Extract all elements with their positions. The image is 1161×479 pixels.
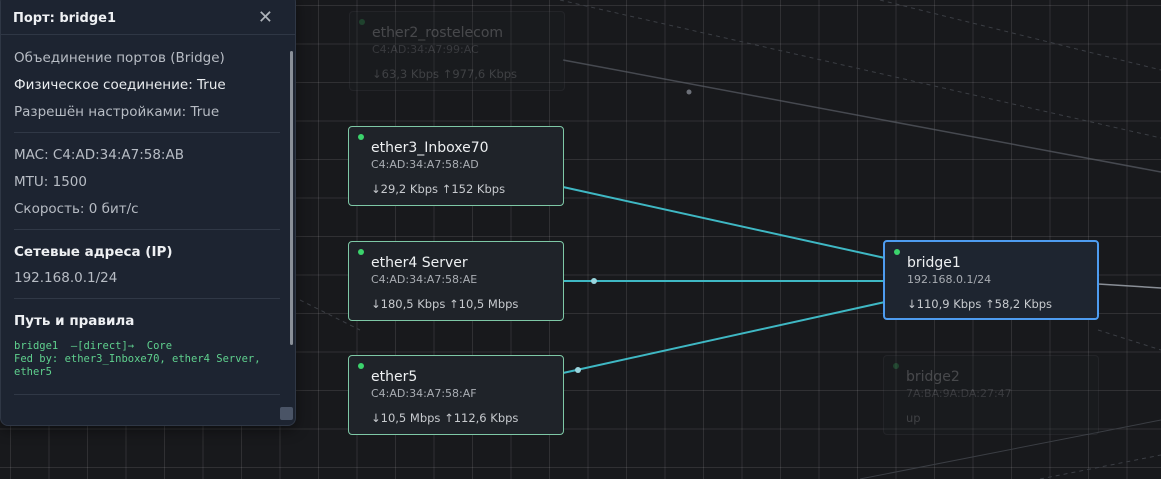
mac-address: MAC: C4:AD:34:A7:58:AB <box>14 147 184 163</box>
node-mac: C4:AD:34:A7:58:AF <box>371 387 477 400</box>
node-bridge2[interactable]: bridge2 7A:BA:9A:DA:27:47 up <box>883 355 1099 435</box>
enabled-status: Разрешён настройками: True <box>14 104 220 120</box>
divider <box>14 298 280 299</box>
status-dot <box>893 363 899 369</box>
faint-dashed-link <box>559 0 1161 139</box>
node-rate: ↓110,9 Kbps ↑58,2 Kbps <box>907 297 1053 311</box>
status-dot <box>358 249 364 255</box>
node-rate: ↓180,5 Kbps ↑10,5 Mbps <box>371 297 519 311</box>
node-rate: up <box>906 411 921 425</box>
status-dot <box>894 249 900 255</box>
scrollbar[interactable] <box>290 51 293 345</box>
node-ether3[interactable]: ether3_Inboxe70 C4:AD:34:A7:58:AD ↓29,2 … <box>348 126 564 206</box>
link-ether3-bridge1 <box>562 186 886 259</box>
panel-header: Порт: bridge1 ✕ <box>1 1 295 35</box>
node-name: bridge2 <box>906 369 960 385</box>
faint-dashed-link <box>1097 329 1161 351</box>
mtu: MTU: 1500 <box>14 174 87 190</box>
node-ether2[interactable]: ether2_rostelecom C4:AD:34:A7:99:AC ↓63,… <box>349 11 565 91</box>
divider <box>14 394 280 395</box>
node-bridge1[interactable]: bridge1 192.168.0.1/24 ↓110,9 Kbps ↑58,2… <box>883 240 1099 320</box>
node-mac: C4:AD:34:A7:58:AD <box>371 158 479 171</box>
status-dot <box>359 19 365 25</box>
node-name: ether3_Inboxe70 <box>371 140 489 156</box>
node-mac: 7A:BA:9A:DA:27:47 <box>906 387 1012 400</box>
node-name: ether4 Server <box>371 255 468 271</box>
panel-title: Порт: bridge1 <box>13 11 117 26</box>
node-mac: C4:AD:34:A7:58:AE <box>371 273 478 286</box>
physical-status: Физическое соединение: True <box>14 77 226 93</box>
divider <box>14 132 280 133</box>
link-handle <box>575 367 581 373</box>
ip-address: 192.168.0.1/24 <box>14 270 118 286</box>
node-ip: 192.168.0.1/24 <box>907 273 992 286</box>
faint-link <box>562 59 1161 173</box>
node-ether5[interactable]: ether5 C4:AD:34:A7:58:AF ↓10,5 Mbps ↑112… <box>348 355 564 435</box>
node-mac: C4:AD:34:A7:99:AC <box>372 43 479 56</box>
speed: Скорость: 0 бит/с <box>14 201 139 217</box>
node-ether4[interactable]: ether4 Server C4:AD:34:A7:58:AE ↓180,5 K… <box>348 241 564 321</box>
panel-body: Объединение портов (Bridge) Физическое с… <box>1 35 280 395</box>
port-type: Объединение портов (Bridge) <box>14 50 225 66</box>
faint-dashed-link <box>879 0 1161 71</box>
node-rate: ↓10,5 Mbps ↑112,6 Kbps <box>371 411 519 425</box>
resize-handle[interactable] <box>280 407 293 420</box>
faint-dashed-link <box>1039 454 1161 479</box>
divider <box>14 229 280 230</box>
port-details-panel: Порт: bridge1 ✕ Объединение портов (Brid… <box>0 0 296 426</box>
path-rules-text: bridge1 —[direct]→ Core Fed by: ether3_I… <box>14 340 261 378</box>
status-dot <box>358 363 364 369</box>
faint-link <box>1097 283 1161 289</box>
close-icon[interactable]: ✕ <box>258 8 273 27</box>
status-dot <box>358 134 364 140</box>
link-ether5-bridge1 <box>562 301 886 374</box>
faint-link-handle <box>686 89 692 95</box>
path-section-title: Путь и правила <box>14 313 135 329</box>
node-name: ether5 <box>371 369 418 385</box>
node-rate: ↓63,3 Kbps ↑977,6 Kbps <box>372 67 518 81</box>
node-name: bridge1 <box>907 255 961 271</box>
link-handle <box>591 278 597 284</box>
node-name: ether2_rostelecom <box>372 25 504 41</box>
ip-section-title: Сетевые адреса (IP) <box>14 244 173 260</box>
node-rate: ↓29,2 Kbps ↑152 Kbps <box>371 182 506 196</box>
